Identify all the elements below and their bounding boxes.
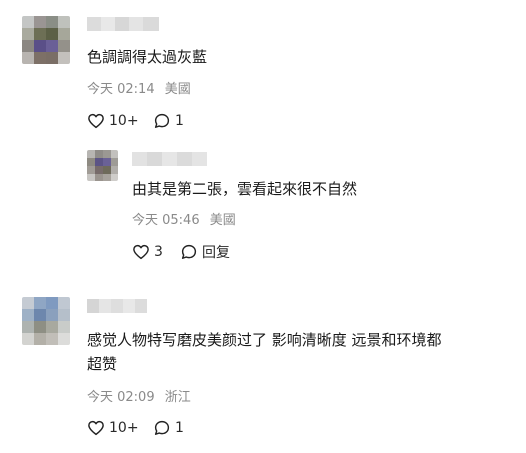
username-redacted[interactable]: [87, 17, 159, 31]
like-count: 10+: [109, 420, 139, 436]
avatar[interactable]: [87, 150, 118, 181]
location: 美國: [164, 82, 191, 97]
like-button[interactable]: 10+: [87, 417, 139, 439]
speech-bubble-icon: [154, 420, 170, 435]
comment-text-line-2: 超赞: [87, 355, 118, 373]
heart-outline-icon: [88, 113, 104, 129]
timestamp: 今天 05:46: [132, 213, 200, 228]
avatar[interactable]: [22, 297, 70, 345]
reply-count: 1: [175, 113, 184, 129]
speech-bubble-icon: [154, 113, 170, 128]
like-button[interactable]: 3: [132, 241, 163, 263]
reply-count: 1: [175, 420, 184, 436]
location: 浙江: [164, 390, 191, 405]
username-redacted[interactable]: [132, 152, 207, 166]
like-count: 10+: [109, 113, 139, 129]
comment-meta: 今天 05:46 美國: [132, 213, 236, 229]
comment-meta: 今天 02:14 美國: [87, 82, 191, 98]
reply-button[interactable]: 1: [153, 417, 184, 439]
timestamp: 今天 02:14: [87, 82, 155, 97]
speech-bubble-icon: [181, 244, 197, 259]
comment-text: 色調調得太過灰藍: [87, 48, 208, 66]
comment-text: 由其是第二張，雲看起來很不自然: [132, 180, 358, 198]
heart-outline-icon: [133, 244, 149, 260]
reply-button[interactable]: 1: [153, 110, 184, 132]
reply-button[interactable]: 回复: [180, 241, 230, 263]
comment-text-line-1: 感觉人物特写磨皮美颜过了 影响清晰度 远景和环境都: [87, 331, 442, 349]
heart-outline-icon: [88, 420, 104, 436]
username-redacted[interactable]: [87, 299, 147, 313]
like-count: 3: [154, 244, 163, 260]
divider: [0, 282, 526, 283]
avatar[interactable]: [22, 16, 70, 64]
like-button[interactable]: 10+: [87, 110, 139, 132]
timestamp: 今天 02:09: [87, 390, 155, 405]
comment-meta: 今天 02:09 浙江: [87, 390, 191, 406]
location: 美國: [209, 213, 236, 228]
reply-label: 回复: [202, 245, 230, 261]
